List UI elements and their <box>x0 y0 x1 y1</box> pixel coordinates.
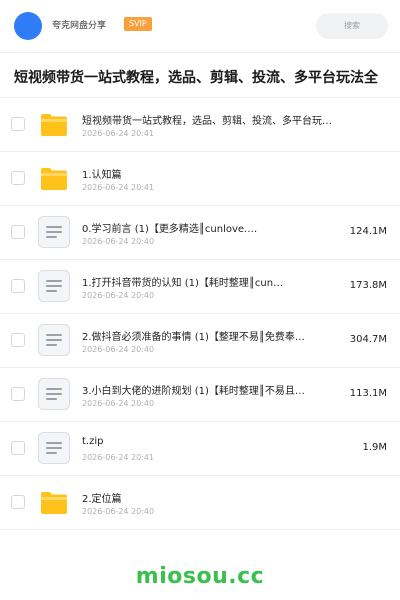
file-size: 173.8M <box>349 280 387 291</box>
document-icon <box>38 432 70 464</box>
file-list: 短视频带货一站式教程，选品、剪辑、投流、多平台玩法… 2026-06-24 20:… <box>0 98 400 530</box>
watermark: miosou.cc <box>135 564 265 589</box>
row-checkbox[interactable] <box>11 495 25 509</box>
folder-row[interactable]: 短视频带货一站式教程，选品、剪辑、投流、多平台玩法… 2026-06-24 20:… <box>0 98 400 152</box>
file-date: 2026-06-24 20:40 <box>82 291 155 300</box>
row-checkbox[interactable] <box>11 279 25 293</box>
file-size: 113.1M <box>349 388 387 399</box>
document-icon <box>38 324 70 356</box>
file-name: 2.做抖音必须准备的事情 (1)【整理不易║免费奉… <box>82 332 305 343</box>
file-date: 2026-06-24 20:41 <box>82 129 155 138</box>
file-row[interactable]: 1.打开抖音带货的认知 (1)【耗时整理║cun… 2026-06-24 20:4… <box>0 260 400 314</box>
file-size: 124.1M <box>349 226 387 237</box>
file-date: 2026-06-24 20:40 <box>82 507 155 516</box>
document-icon <box>38 270 70 302</box>
file-row[interactable]: 3.小白到大佬的进阶规划 (1)【耗时整理║不易且… 2026-06-24 20:… <box>0 368 400 422</box>
folder-icon <box>38 108 70 140</box>
row-checkbox[interactable] <box>11 171 25 185</box>
search-input[interactable]: 搜索 <box>316 13 388 39</box>
page-title: 短视频带货一站式教程，选品、剪辑、投流、多平台玩法全 <box>14 70 378 86</box>
folder-row[interactable]: 2.定位篇 2026-06-24 20:40 <box>0 476 400 530</box>
file-size: 304.7M <box>349 334 387 345</box>
file-row[interactable]: 0.学习前言 (1)【更多精选║cunlove.… 2026-06-24 20:4… <box>0 206 400 260</box>
file-name: 1.认知篇 <box>82 170 122 181</box>
file-name: 0.学习前言 (1)【更多精选║cunlove.… <box>82 224 258 235</box>
file-date: 2026-06-24 20:40 <box>82 399 155 408</box>
file-name: 2.定位篇 <box>82 494 122 505</box>
file-row[interactable]: t.zip 2026-06-24 20:41 1.9M <box>0 422 400 476</box>
row-checkbox[interactable] <box>11 441 25 455</box>
file-date: 2026-06-24 20:40 <box>82 345 155 354</box>
row-checkbox[interactable] <box>11 387 25 401</box>
file-date: 2026-06-24 20:41 <box>82 183 155 192</box>
file-date: 2026-06-24 20:41 <box>82 453 155 462</box>
share-name: 夸克网盘分享 <box>52 21 107 31</box>
header: 夸克网盘分享 SVIP 搜索 <box>0 0 400 52</box>
file-name: 3.小白到大佬的进阶规划 (1)【耗时整理║不易且… <box>82 386 305 397</box>
row-checkbox[interactable] <box>11 225 25 239</box>
file-size: 1.9M <box>362 442 387 453</box>
file-date: 2026-06-24 20:40 <box>82 237 155 246</box>
row-checkbox[interactable] <box>11 117 25 131</box>
title-bar: 短视频带货一站式教程，选品、剪辑、投流、多平台玩法全 <box>0 52 400 98</box>
file-name: t.zip <box>82 436 104 447</box>
file-name: 1.打开抖音带货的认知 (1)【耗时整理║cun… <box>82 278 284 289</box>
file-row[interactable]: 2.做抖音必须准备的事情 (1)【整理不易║免费奉… 2026-06-24 20:… <box>0 314 400 368</box>
folder-row[interactable]: 1.认知篇 2026-06-24 20:41 <box>0 152 400 206</box>
file-name: 短视频带货一站式教程，选品、剪辑、投流、多平台玩法… <box>82 116 334 127</box>
avatar[interactable] <box>14 12 42 40</box>
svip-badge: SVIP <box>124 17 152 31</box>
document-icon <box>38 216 70 248</box>
folder-icon <box>38 162 70 194</box>
document-icon <box>38 378 70 410</box>
folder-icon <box>38 486 70 518</box>
row-checkbox[interactable] <box>11 333 25 347</box>
